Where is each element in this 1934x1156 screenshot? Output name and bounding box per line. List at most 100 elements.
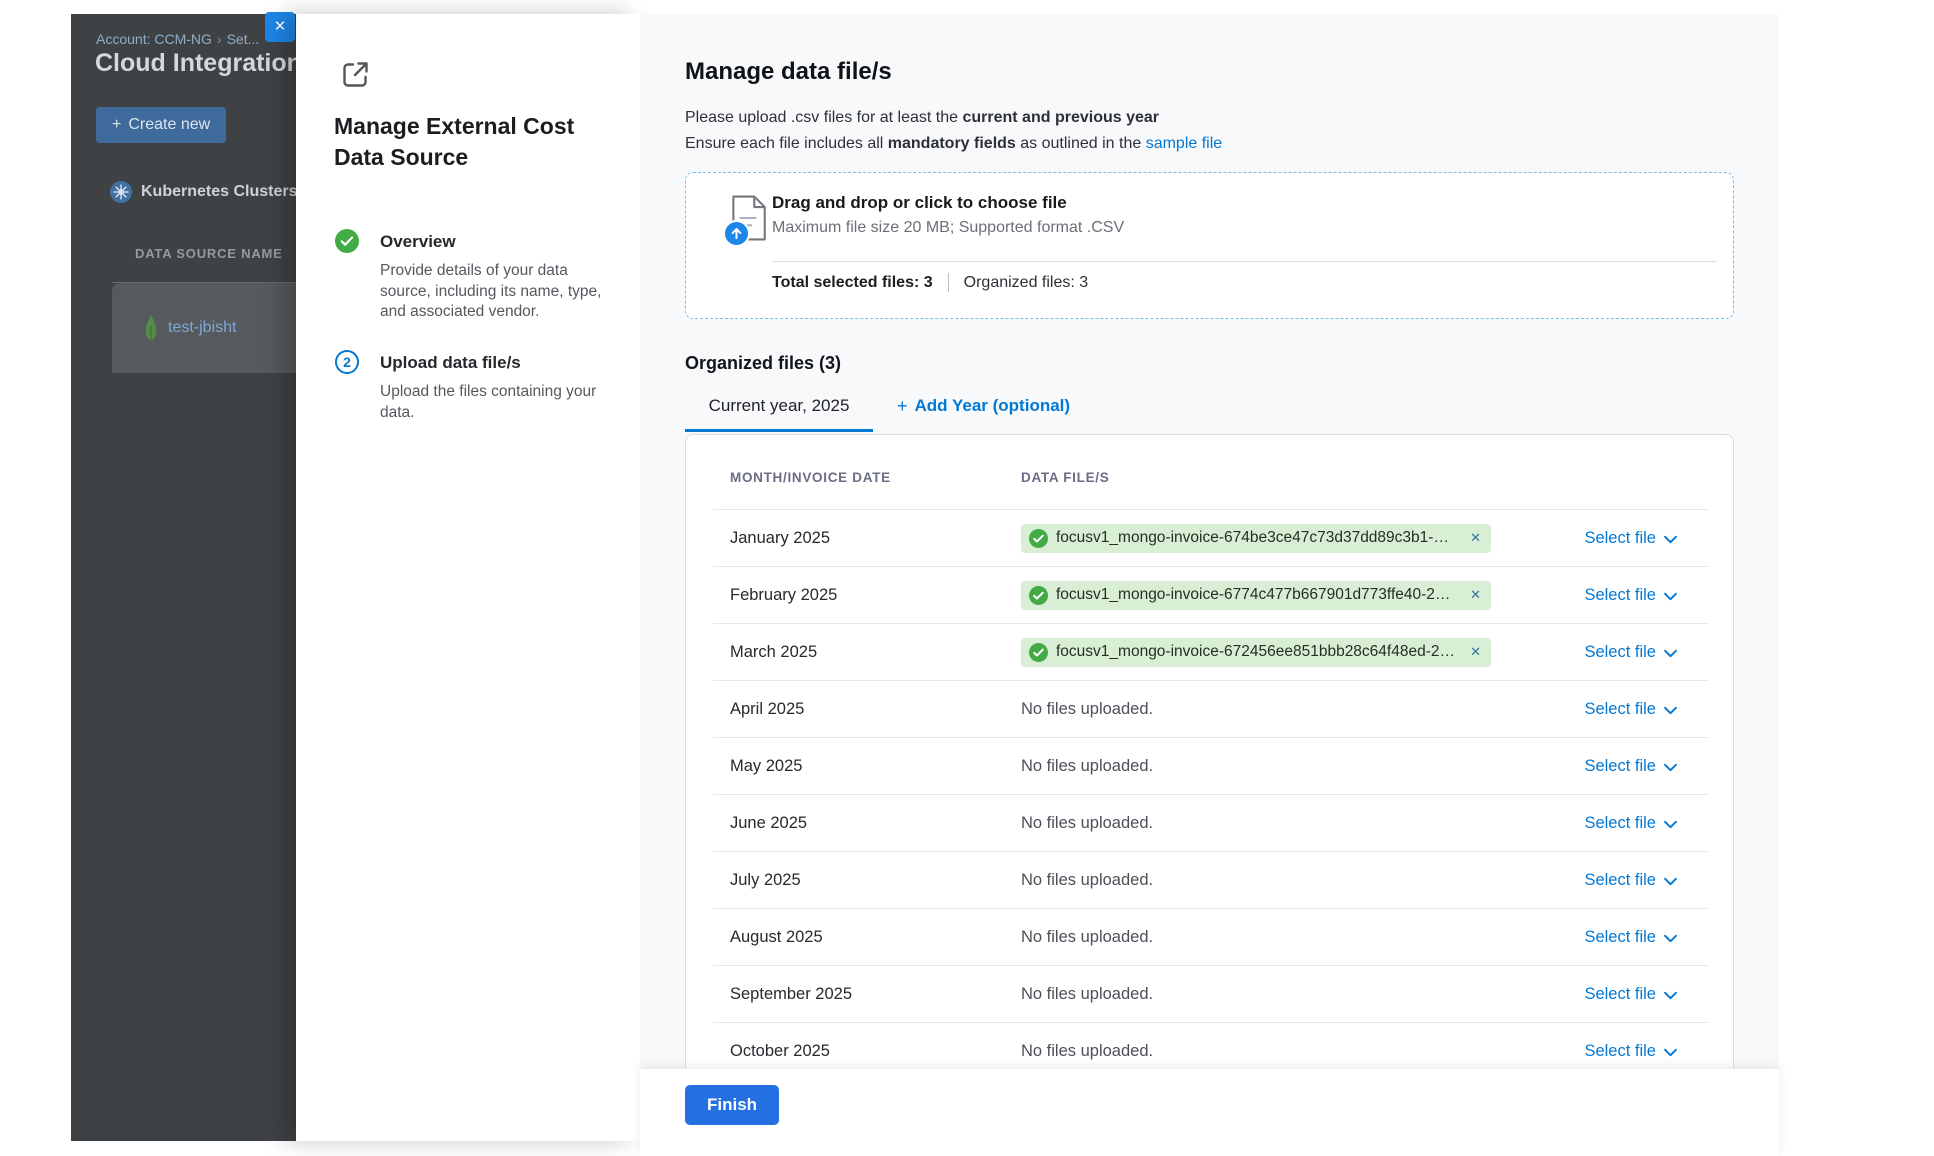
table-body: January 2025 focusv1_mongo-invoice-674be3… xyxy=(686,509,1733,1069)
column-header-data-source-name: DATA SOURCE NAME xyxy=(135,246,283,261)
chevron-down-icon xyxy=(1664,535,1677,544)
no-files-text: No files uploaded. xyxy=(1021,985,1153,1003)
finish-button[interactable]: Finish xyxy=(685,1085,779,1125)
month-label: June 2025 xyxy=(730,814,1021,833)
month-label: July 2025 xyxy=(730,871,1021,890)
remove-file-icon[interactable]: ✕ xyxy=(1470,530,1481,546)
instructions-line-2: Ensure each file includes all mandatory … xyxy=(685,131,1222,157)
file-dropzone[interactable]: Drag and drop or click to choose file Ma… xyxy=(685,172,1734,319)
table-row: January 2025 focusv1_mongo-invoice-674be3… xyxy=(713,509,1708,566)
no-files-text: No files uploaded. xyxy=(1021,1042,1153,1060)
breadcrumb-account: Account: CCM-NG xyxy=(96,31,212,47)
drawer-stepper-panel: Manage External Cost Data Source Overvie… xyxy=(296,14,640,1141)
step-upload-label: Upload data file/s xyxy=(380,353,602,373)
select-file-dropdown[interactable]: Select file xyxy=(1584,586,1677,605)
close-icon: ✕ xyxy=(274,18,287,35)
chevron-down-icon xyxy=(1664,1048,1677,1057)
month-label: January 2025 xyxy=(730,529,1021,548)
step-upload-description: Upload the files containing your data. xyxy=(380,382,602,423)
dropzone-title: Drag and drop or click to choose file xyxy=(772,193,1067,213)
create-new-label: Create new xyxy=(128,116,210,134)
plus-icon: + xyxy=(897,396,908,432)
step-overview[interactable]: Overview Provide details of your data so… xyxy=(335,229,602,323)
drawer-footer: Finish xyxy=(640,1069,1779,1156)
drawer-title: Manage External Cost Data Source xyxy=(334,111,586,173)
uploaded-file-chip: focusv1_mongo-invoice-674be3ce47c73d37dd… xyxy=(1021,524,1491,553)
upload-data-files-panel: Manage data file/s Please upload .csv fi… xyxy=(640,14,1779,1069)
select-file-dropdown[interactable]: Select file xyxy=(1584,871,1677,890)
dropzone-subtitle: Maximum file size 20 MB; Supported forma… xyxy=(772,219,1124,237)
select-file-dropdown[interactable]: Select file xyxy=(1584,814,1677,833)
step-overview-label: Overview xyxy=(380,232,602,252)
column-header-data-files: DATA FILE/S xyxy=(1021,470,1677,485)
month-label: April 2025 xyxy=(730,700,1021,719)
breadcrumb-separator-icon: › xyxy=(217,31,222,47)
page-title: Cloud Integration xyxy=(95,49,296,78)
select-file-dropdown[interactable]: Select file xyxy=(1584,643,1677,662)
no-files-text: No files uploaded. xyxy=(1021,814,1153,832)
month-label: October 2025 xyxy=(730,1042,1021,1061)
remove-file-icon[interactable]: ✕ xyxy=(1470,644,1481,660)
remove-file-icon[interactable]: ✕ xyxy=(1470,587,1481,603)
file-stats: Total selected files: 3 Organized files:… xyxy=(772,273,1088,292)
select-file-dropdown[interactable]: Select file xyxy=(1584,700,1677,719)
instructions-line-1: Please upload .csv files for at least th… xyxy=(685,105,1222,131)
step-overview-description: Provide details of your data source, inc… xyxy=(380,261,602,323)
select-file-dropdown[interactable]: Select file xyxy=(1584,1042,1677,1061)
monthly-files-table: MONTH/INVOICE DATE DATA FILE/S January 2… xyxy=(685,434,1734,1069)
check-circle-icon xyxy=(1029,529,1048,548)
chevron-down-icon xyxy=(1664,991,1677,1000)
file-name: focusv1_mongo-invoice-674be3ce47c73d37dd… xyxy=(1056,529,1457,547)
no-files-text: No files uploaded. xyxy=(1021,757,1153,775)
data-source-row: test-jbisht xyxy=(112,283,296,373)
month-label: March 2025 xyxy=(730,643,1021,662)
close-button[interactable]: ✕ xyxy=(265,12,295,42)
dimmed-background-page: Account: CCM-NG›Set... Cloud Integration… xyxy=(71,14,296,1141)
chevron-down-icon xyxy=(1664,820,1677,829)
table-row: July 2025No files uploaded. Select file xyxy=(713,851,1708,908)
month-label: August 2025 xyxy=(730,928,1021,947)
select-file-dropdown[interactable]: Select file xyxy=(1584,529,1677,548)
add-year-label: Add Year (optional) xyxy=(915,396,1071,432)
step-complete-check-icon xyxy=(335,229,359,253)
chevron-down-icon xyxy=(1664,706,1677,715)
divider xyxy=(772,261,1717,262)
launch-icon xyxy=(339,58,372,91)
check-circle-icon xyxy=(1029,643,1048,662)
panel-title: Manage data file/s xyxy=(685,58,892,86)
table-header-row: MONTH/INVOICE DATE DATA FILE/S xyxy=(713,435,1708,509)
month-label: February 2025 xyxy=(730,586,1021,605)
no-files-text: No files uploaded. xyxy=(1021,871,1153,889)
kubernetes-icon xyxy=(110,181,132,203)
table-row: June 2025No files uploaded. Select file xyxy=(713,794,1708,851)
divider xyxy=(948,273,949,292)
tab-current-year[interactable]: Current year, 2025 xyxy=(685,396,873,432)
select-file-dropdown[interactable]: Select file xyxy=(1584,928,1677,947)
create-new-button: + Create new xyxy=(96,107,226,143)
upload-arrow-badge-icon xyxy=(723,220,750,247)
add-year-button[interactable]: + Add Year (optional) xyxy=(897,396,1070,432)
tab-label: Kubernetes Clusters xyxy=(141,183,296,201)
sample-file-link[interactable]: sample file xyxy=(1146,135,1222,152)
table-row: August 2025No files uploaded. Select file xyxy=(713,908,1708,965)
tab-kubernetes-clusters: Kubernetes Clusters xyxy=(110,181,296,203)
chevron-down-icon xyxy=(1664,592,1677,601)
table-row: October 2025No files uploaded. Select fil… xyxy=(713,1022,1708,1069)
organized-files-count: Organized files: 3 xyxy=(964,274,1089,292)
file-name: focusv1_mongo-invoice-6774c477b667901d77… xyxy=(1056,586,1457,604)
breadcrumb: Account: CCM-NG›Set... xyxy=(96,31,259,47)
select-file-dropdown[interactable]: Select file xyxy=(1584,757,1677,776)
mongodb-leaf-icon xyxy=(144,315,158,341)
plus-icon: + xyxy=(112,116,121,134)
no-files-text: No files uploaded. xyxy=(1021,928,1153,946)
chevron-down-icon xyxy=(1664,649,1677,658)
step-upload-data-files[interactable]: 2 Upload data file/s Upload the files co… xyxy=(335,350,602,423)
step-number-badge: 2 xyxy=(335,350,359,374)
file-name: focusv1_mongo-invoice-672456ee851bbb28c6… xyxy=(1056,643,1457,661)
organized-files-heading: Organized files (3) xyxy=(685,353,841,374)
uploaded-file-chip: focusv1_mongo-invoice-672456ee851bbb28c6… xyxy=(1021,638,1491,667)
select-file-dropdown[interactable]: Select file xyxy=(1584,985,1677,1004)
table-row: March 2025 focusv1_mongo-invoice-672456ee… xyxy=(713,623,1708,680)
column-header-month: MONTH/INVOICE DATE xyxy=(730,470,1021,485)
table-row: May 2025No files uploaded.Select file xyxy=(713,737,1708,794)
